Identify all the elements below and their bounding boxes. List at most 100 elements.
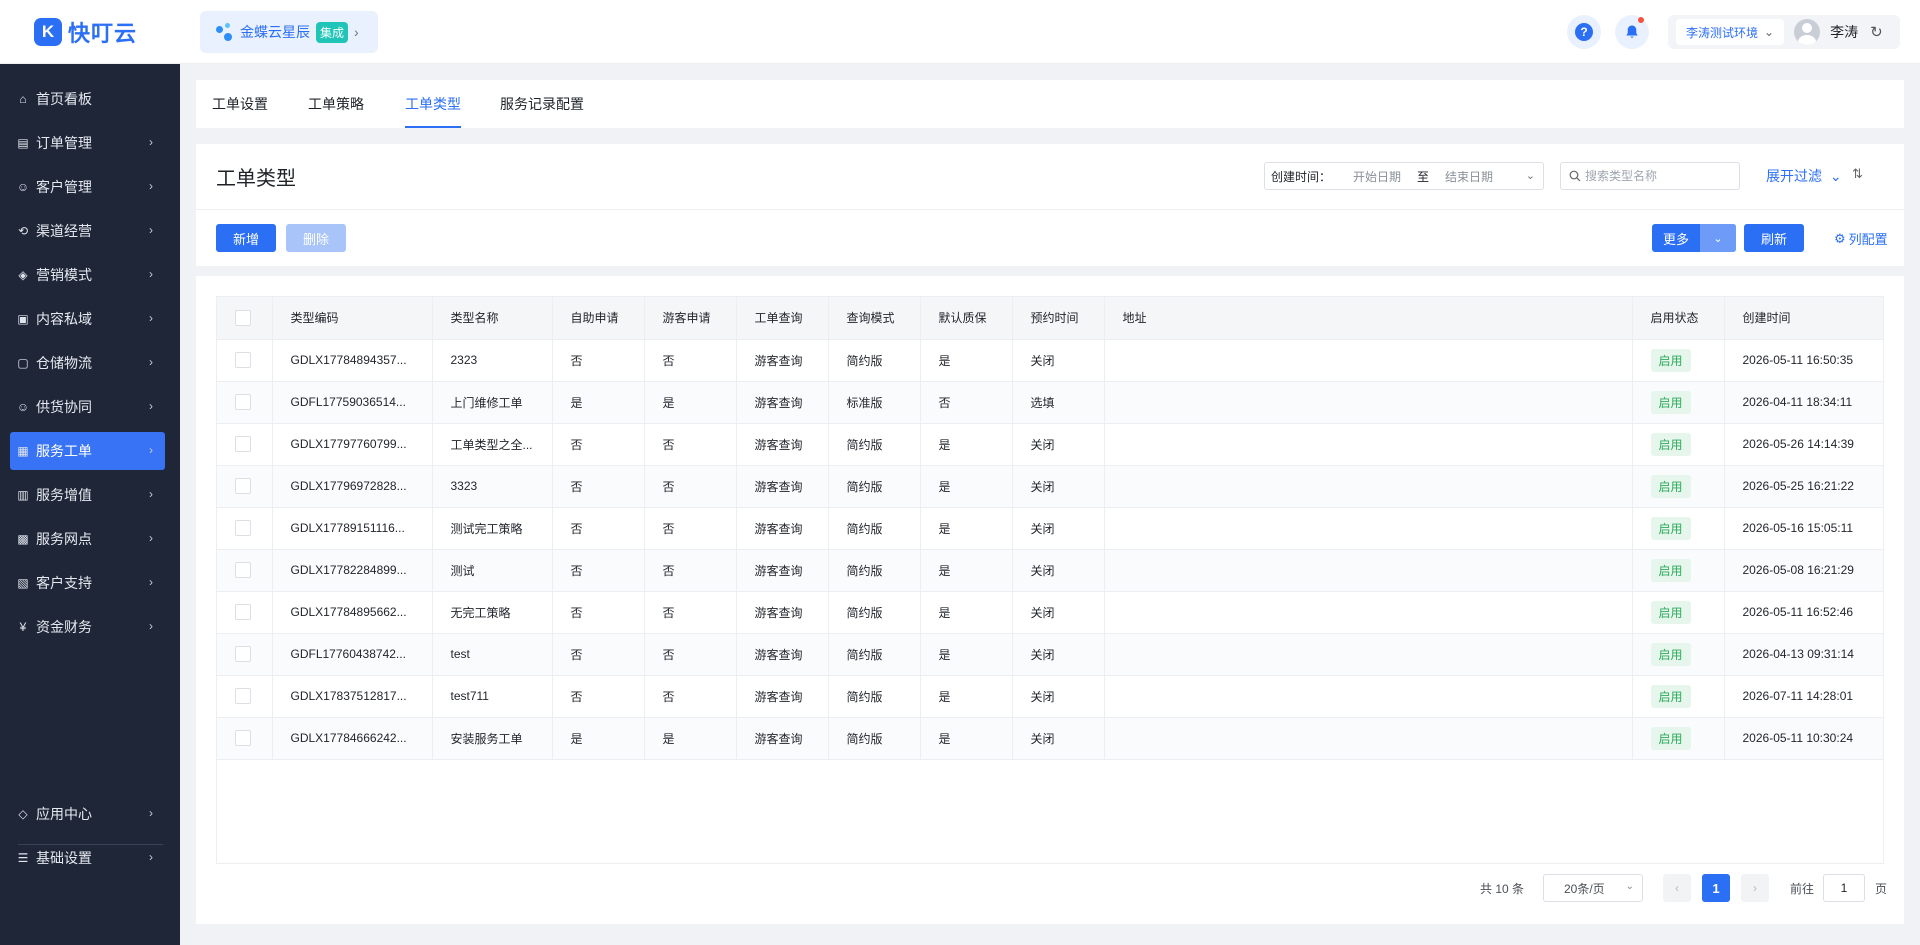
more-dropdown-button[interactable]: 更多 ⌄ [1652, 224, 1736, 252]
select-all-checkbox-cell[interactable] [217, 297, 273, 340]
reload-icon[interactable]: ↻ [1870, 23, 1883, 41]
help-button[interactable]: ? [1567, 15, 1601, 49]
table-row[interactable]: GDFL17760438742... test 否否游客查询 简约版是关闭 启用 2026… [217, 633, 1883, 676]
delete-button[interactable]: 删除 [286, 224, 346, 252]
table-cell: 无完工策略 [432, 591, 553, 634]
app-logo[interactable]: K 快叮云 [34, 16, 137, 48]
notification-button[interactable] [1615, 15, 1649, 49]
home-icon: ⌂ [19, 92, 27, 106]
page-number-current[interactable]: 1 [1702, 874, 1730, 902]
sidebar-item-11[interactable]: ▧ 客户支持 › [10, 564, 165, 602]
date-range-picker[interactable]: 创建时间： 开始日期 至 结束日期 ⌄ [1264, 162, 1544, 190]
table-row[interactable]: GDLX17789151116... 测试完工策略否否游客查询 简约版是关闭 启用 20… [217, 507, 1883, 550]
chevron-down-icon[interactable]: ⌄ [1700, 224, 1736, 252]
sidebar-item-7[interactable]: ☺ 供货协同 › [10, 388, 165, 426]
table-cell: 否 [552, 675, 645, 718]
table-row[interactable]: GDLX17784895662... 无完工策略否否游客查询 简约版是关闭 启用 202… [217, 591, 1883, 634]
row-checkbox-cell[interactable] [217, 423, 273, 466]
goto-page-input[interactable] [1823, 874, 1865, 902]
sidebar-item-10[interactable]: ▩ 服务网点 › [10, 520, 165, 558]
tenant-switcher[interactable]: 金蝶云星辰 集成 › [200, 11, 378, 53]
sidebar-item-5[interactable]: ▣ 内容私域 › [10, 300, 165, 338]
search-box[interactable] [1560, 162, 1740, 190]
row-checkbox[interactable] [235, 478, 251, 494]
table-cell: 是 [552, 381, 645, 424]
table-row[interactable]: GDLX17796972828... 3323 否否游客查询 简约版是关闭 启用 2026… [217, 465, 1883, 508]
sidebar-item-1[interactable]: ▤ 订单管理 › [10, 124, 165, 162]
table-row[interactable]: GDLX17782284899... 测试否否游客查询 简约版是关闭 启用 2026-0… [217, 549, 1883, 592]
env-label: 李涛测试环境 [1686, 25, 1759, 40]
top-header: K 快叮云 金蝶云星辰 集成 › ? 李涛测试环境 ⌄ 李涛 ↻ [0, 0, 1920, 64]
row-checkbox-cell[interactable] [217, 549, 273, 592]
row-checkbox[interactable] [235, 352, 251, 368]
select-all-checkbox[interactable] [235, 309, 251, 326]
refresh-button[interactable]: 刷新 [1744, 224, 1804, 252]
row-checkbox-cell[interactable] [217, 675, 273, 718]
tab-service-record-config[interactable]: 服务记录配置 [500, 80, 584, 128]
table-cell: 工单类型之全... [432, 423, 553, 466]
table-cell [1104, 675, 1633, 718]
chevron-right-icon: › [149, 531, 153, 545]
sidebar-item-label: 服务工单 [36, 443, 92, 459]
sort-icon[interactable]: ⇅ [1852, 166, 1863, 182]
table-row[interactable]: GDFL17759036514... 上门维修工单是是游客查询 标准版否选填 启用 20… [217, 381, 1883, 424]
row-checkbox-cell[interactable] [217, 717, 273, 760]
date-end-input[interactable]: 结束日期 [1445, 168, 1493, 185]
table-cell: 游客查询 [736, 717, 829, 760]
expand-filter-button[interactable]: 展开过滤 ⌄ [1766, 166, 1842, 186]
column-config-button[interactable]: ⚙ 列配置 [1834, 229, 1888, 248]
sidebar-item-3[interactable]: ⟲ 渠道经营 › [10, 212, 165, 250]
row-checkbox[interactable] [235, 562, 251, 578]
sidebar-item-4[interactable]: ◈ 营销模式 › [10, 256, 165, 294]
sidebar-item-label: 渠道经营 [36, 223, 92, 239]
sidebar-item-bottom-0[interactable]: ◇ 应用中心 › [10, 795, 165, 833]
search-icon [1569, 170, 1581, 182]
table-cell: 2026-05-26 14:14:39 [1724, 423, 1883, 466]
row-checkbox[interactable] [235, 394, 251, 410]
row-checkbox-cell[interactable] [217, 507, 273, 550]
avatar[interactable] [1794, 19, 1821, 45]
sidebar-item-8[interactable]: ▦ 服务工单 › [10, 432, 165, 470]
add-button[interactable]: 新增 [216, 224, 276, 252]
row-checkbox-cell[interactable] [217, 381, 273, 424]
table-cell: 2026-05-08 16:21:29 [1724, 549, 1883, 592]
row-checkbox[interactable] [235, 646, 251, 662]
next-page-button[interactable]: › [1741, 874, 1769, 902]
tab-order-types[interactable]: 工单类型 [405, 80, 461, 128]
row-checkbox[interactable] [235, 436, 251, 452]
row-checkbox-cell[interactable] [217, 465, 273, 508]
table-row[interactable]: GDLX17784666242... 安装服务工单是是游客查询 简约版是关闭 启用 20… [217, 717, 1883, 760]
table-row[interactable]: GDLX17784894357... 2323 否否游客查询 简约版是关闭 启用 2026… [217, 339, 1883, 382]
user-name[interactable]: 李涛 [1830, 22, 1858, 42]
date-start-input[interactable]: 开始日期 [1353, 168, 1401, 185]
table-row[interactable]: GDLX17837512817... test711 否否游客查询 简约版是关闭 启用 2… [217, 675, 1883, 718]
chevron-right-icon: › [149, 311, 153, 325]
sidebar-item-9[interactable]: ▥ 服务增值 › [10, 476, 165, 514]
table-row[interactable]: GDLX17797760799... 工单类型之全... 否否游客查询 简约版是关闭启… [217, 423, 1883, 466]
tab-order-strategy[interactable]: 工单策略 [308, 80, 364, 128]
row-checkbox-cell[interactable] [217, 633, 273, 676]
row-checkbox-cell[interactable] [217, 339, 273, 382]
row-checkbox[interactable] [235, 604, 251, 620]
chevron-down-icon: ⌄ [1625, 881, 1634, 892]
sidebar-item-12[interactable]: ¥ 资金财务 › [10, 608, 165, 646]
row-checkbox[interactable] [235, 688, 251, 704]
table-cell: 安装服务工单 [432, 717, 553, 760]
row-checkbox-cell[interactable] [217, 591, 273, 634]
sidebar-item-6[interactable]: ▢ 仓储物流 › [10, 344, 165, 382]
status-badge: 启用 [1650, 474, 1691, 498]
sidebar-item-2[interactable]: ☺ 客户管理 › [10, 168, 165, 206]
search-input[interactable] [1585, 169, 1725, 183]
column-header: 查询模式 [828, 297, 921, 340]
page-size-select[interactable]: 20条/页 ⌄ [1543, 874, 1643, 902]
tab-order-settings[interactable]: 工单设置 [212, 80, 268, 128]
sidebar-item-0[interactable]: ⌂ 首页看板 [10, 80, 165, 118]
logo-mark-icon: K [34, 18, 62, 46]
logo-text: 快叮云 [68, 21, 138, 46]
chevron-right-icon: › [149, 806, 153, 820]
env-panel: 李涛测试环境 ⌄ 李涛 ↻ [1668, 15, 1900, 49]
row-checkbox[interactable] [235, 730, 251, 746]
env-selector[interactable]: 李涛测试环境 ⌄ [1676, 19, 1785, 45]
prev-page-button[interactable]: ‹ [1663, 874, 1691, 902]
row-checkbox[interactable] [235, 520, 251, 536]
